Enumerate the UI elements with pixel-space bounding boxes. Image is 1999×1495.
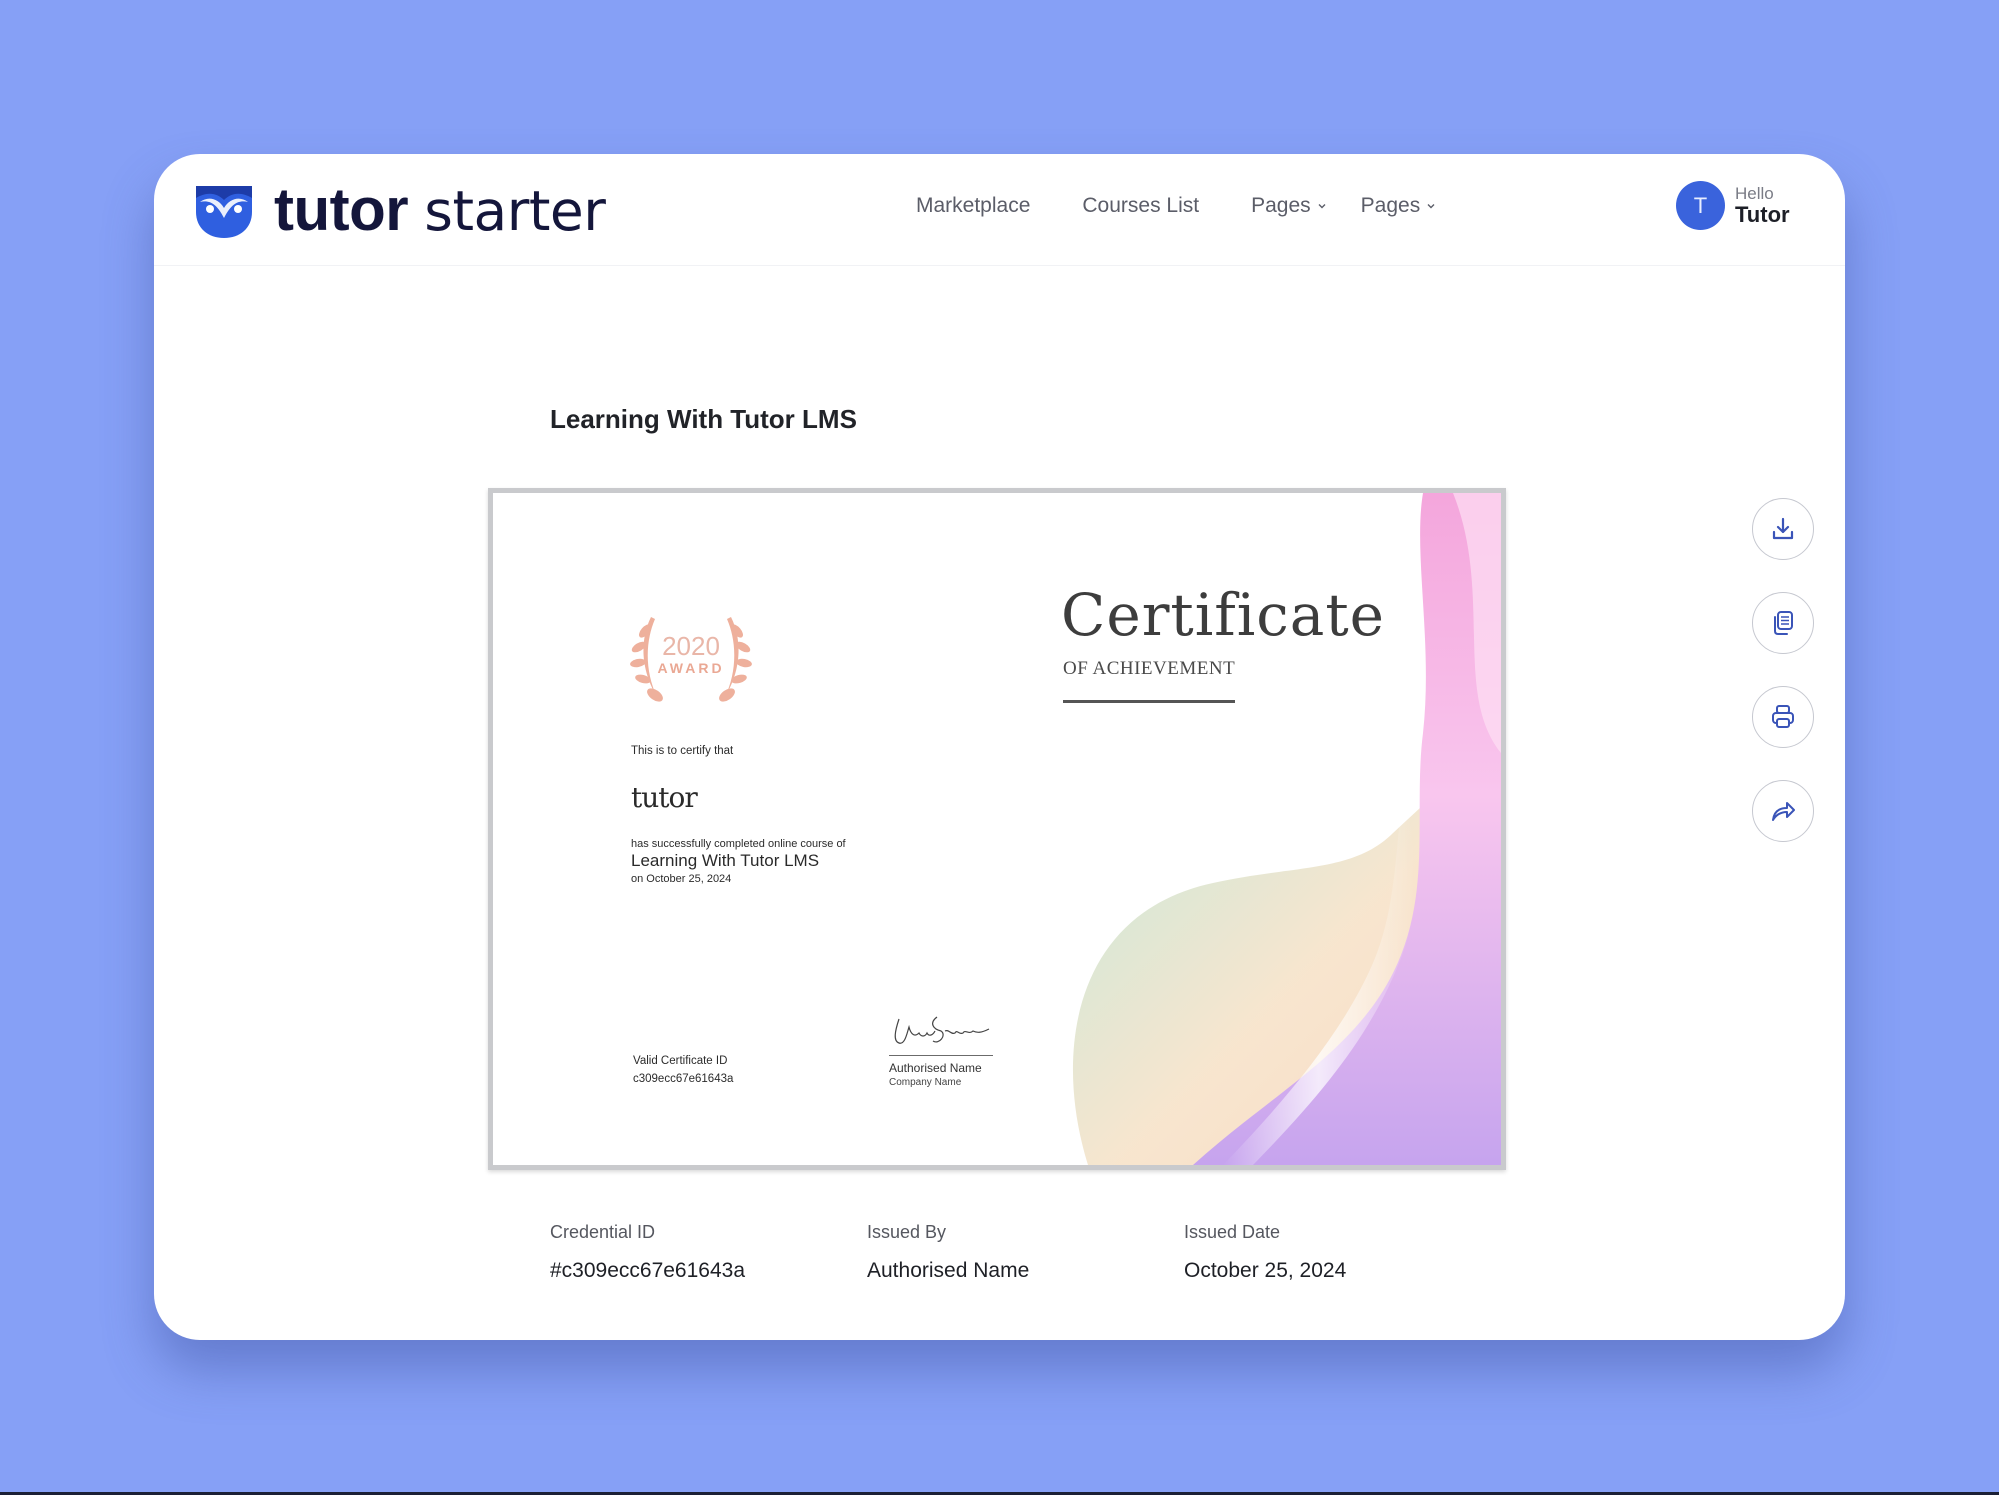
certify-text: This is to certify that	[631, 745, 734, 757]
signatory-name: Authorised Name	[889, 1061, 982, 1075]
page-card: tutor starter Marketplace Courses List P…	[154, 154, 1845, 1340]
completed-text: has successfully completed online course…	[631, 838, 846, 850]
nav-marketplace[interactable]: Marketplace	[916, 194, 1030, 218]
copy-document-icon	[1774, 611, 1793, 635]
chevron-down-icon	[1427, 204, 1435, 209]
brand-logo[interactable]: tutor starter	[192, 178, 606, 243]
nav-pages-dropdown-2[interactable]: Pages	[1361, 194, 1437, 218]
certificate-title: Certificate	[1061, 581, 1385, 649]
printer-icon	[1772, 705, 1794, 728]
avatar: T	[1676, 181, 1725, 230]
nav-pages-label-2: Pages	[1360, 194, 1421, 217]
owl-logo-icon	[196, 186, 252, 238]
award-laurel-icon: 2020 AWARD	[630, 617, 752, 702]
brand-name-light: starter	[424, 179, 606, 243]
nav-marketplace-label: Marketplace	[916, 194, 1031, 217]
certificate-course-name: Learning With Tutor LMS	[631, 851, 820, 870]
download-button[interactable]	[1752, 498, 1814, 560]
certificate-subtitle: OF ACHIEVEMENT	[1063, 658, 1236, 679]
certificate-date: on October 25, 2024	[631, 873, 732, 885]
nav-courses-list[interactable]: Courses List	[1082, 194, 1199, 218]
issued-by-label: Issued By	[867, 1222, 947, 1242]
credential-id-value: #c309ecc67e61643a	[550, 1259, 746, 1282]
copy-button[interactable]	[1752, 592, 1814, 654]
title-underline	[1063, 700, 1235, 703]
issued-date-field: Issued Date October 25, 2024	[1184, 1222, 1501, 1283]
award-year: 2020	[662, 631, 720, 661]
award-label: AWARD	[657, 660, 724, 676]
download-icon	[1772, 517, 1794, 540]
share-button[interactable]	[1752, 780, 1814, 842]
nav-pages-dropdown[interactable]: Pages	[1251, 194, 1327, 218]
share-arrow-icon	[1772, 802, 1795, 821]
valid-id-value: c309ecc67e61643a	[633, 1073, 734, 1085]
signature-line	[889, 1055, 993, 1056]
site-header: tutor starter Marketplace Courses List P…	[154, 154, 1845, 266]
issued-date-value: October 25, 2024	[1184, 1259, 1347, 1282]
nav-courses-list-label: Courses List	[1082, 194, 1200, 217]
page-title: Learning With Tutor LMS	[550, 404, 857, 434]
user-greeting: Hello Tutor	[1735, 185, 1790, 226]
print-button[interactable]	[1752, 686, 1814, 748]
issued-by-field: Issued By Authorised Name	[867, 1222, 1184, 1283]
issued-by-value: Authorised Name	[867, 1259, 1030, 1282]
brand-name: tutor starter	[274, 179, 606, 243]
credential-id-field: Credential ID #c309ecc67e61643a	[550, 1222, 867, 1283]
main-nav: Marketplace Courses List Pages Pages	[916, 194, 1470, 218]
nav-pages-label: Pages	[1251, 194, 1311, 217]
signature-image	[894, 1016, 990, 1044]
recipient-name: tutor	[631, 781, 698, 814]
issued-date-label: Issued Date	[1184, 1222, 1281, 1242]
user-menu[interactable]: T Hello Tutor	[1676, 181, 1790, 230]
chevron-down-icon	[1318, 204, 1326, 209]
certificate-actions	[1752, 498, 1814, 874]
credential-id-label: Credential ID	[550, 1222, 656, 1242]
valid-id-label: Valid Certificate ID	[633, 1055, 728, 1067]
greeting-text: Hello	[1735, 184, 1774, 203]
brand-name-bold: tutor	[274, 176, 409, 243]
user-name: Tutor	[1735, 202, 1790, 227]
signatory-company: Company Name	[889, 1077, 962, 1088]
credential-info: Credential ID #c309ecc67e61643a Issued B…	[550, 1222, 1501, 1283]
certificate-preview: 2020 AWARD This is to certify that tutor…	[488, 488, 1506, 1170]
